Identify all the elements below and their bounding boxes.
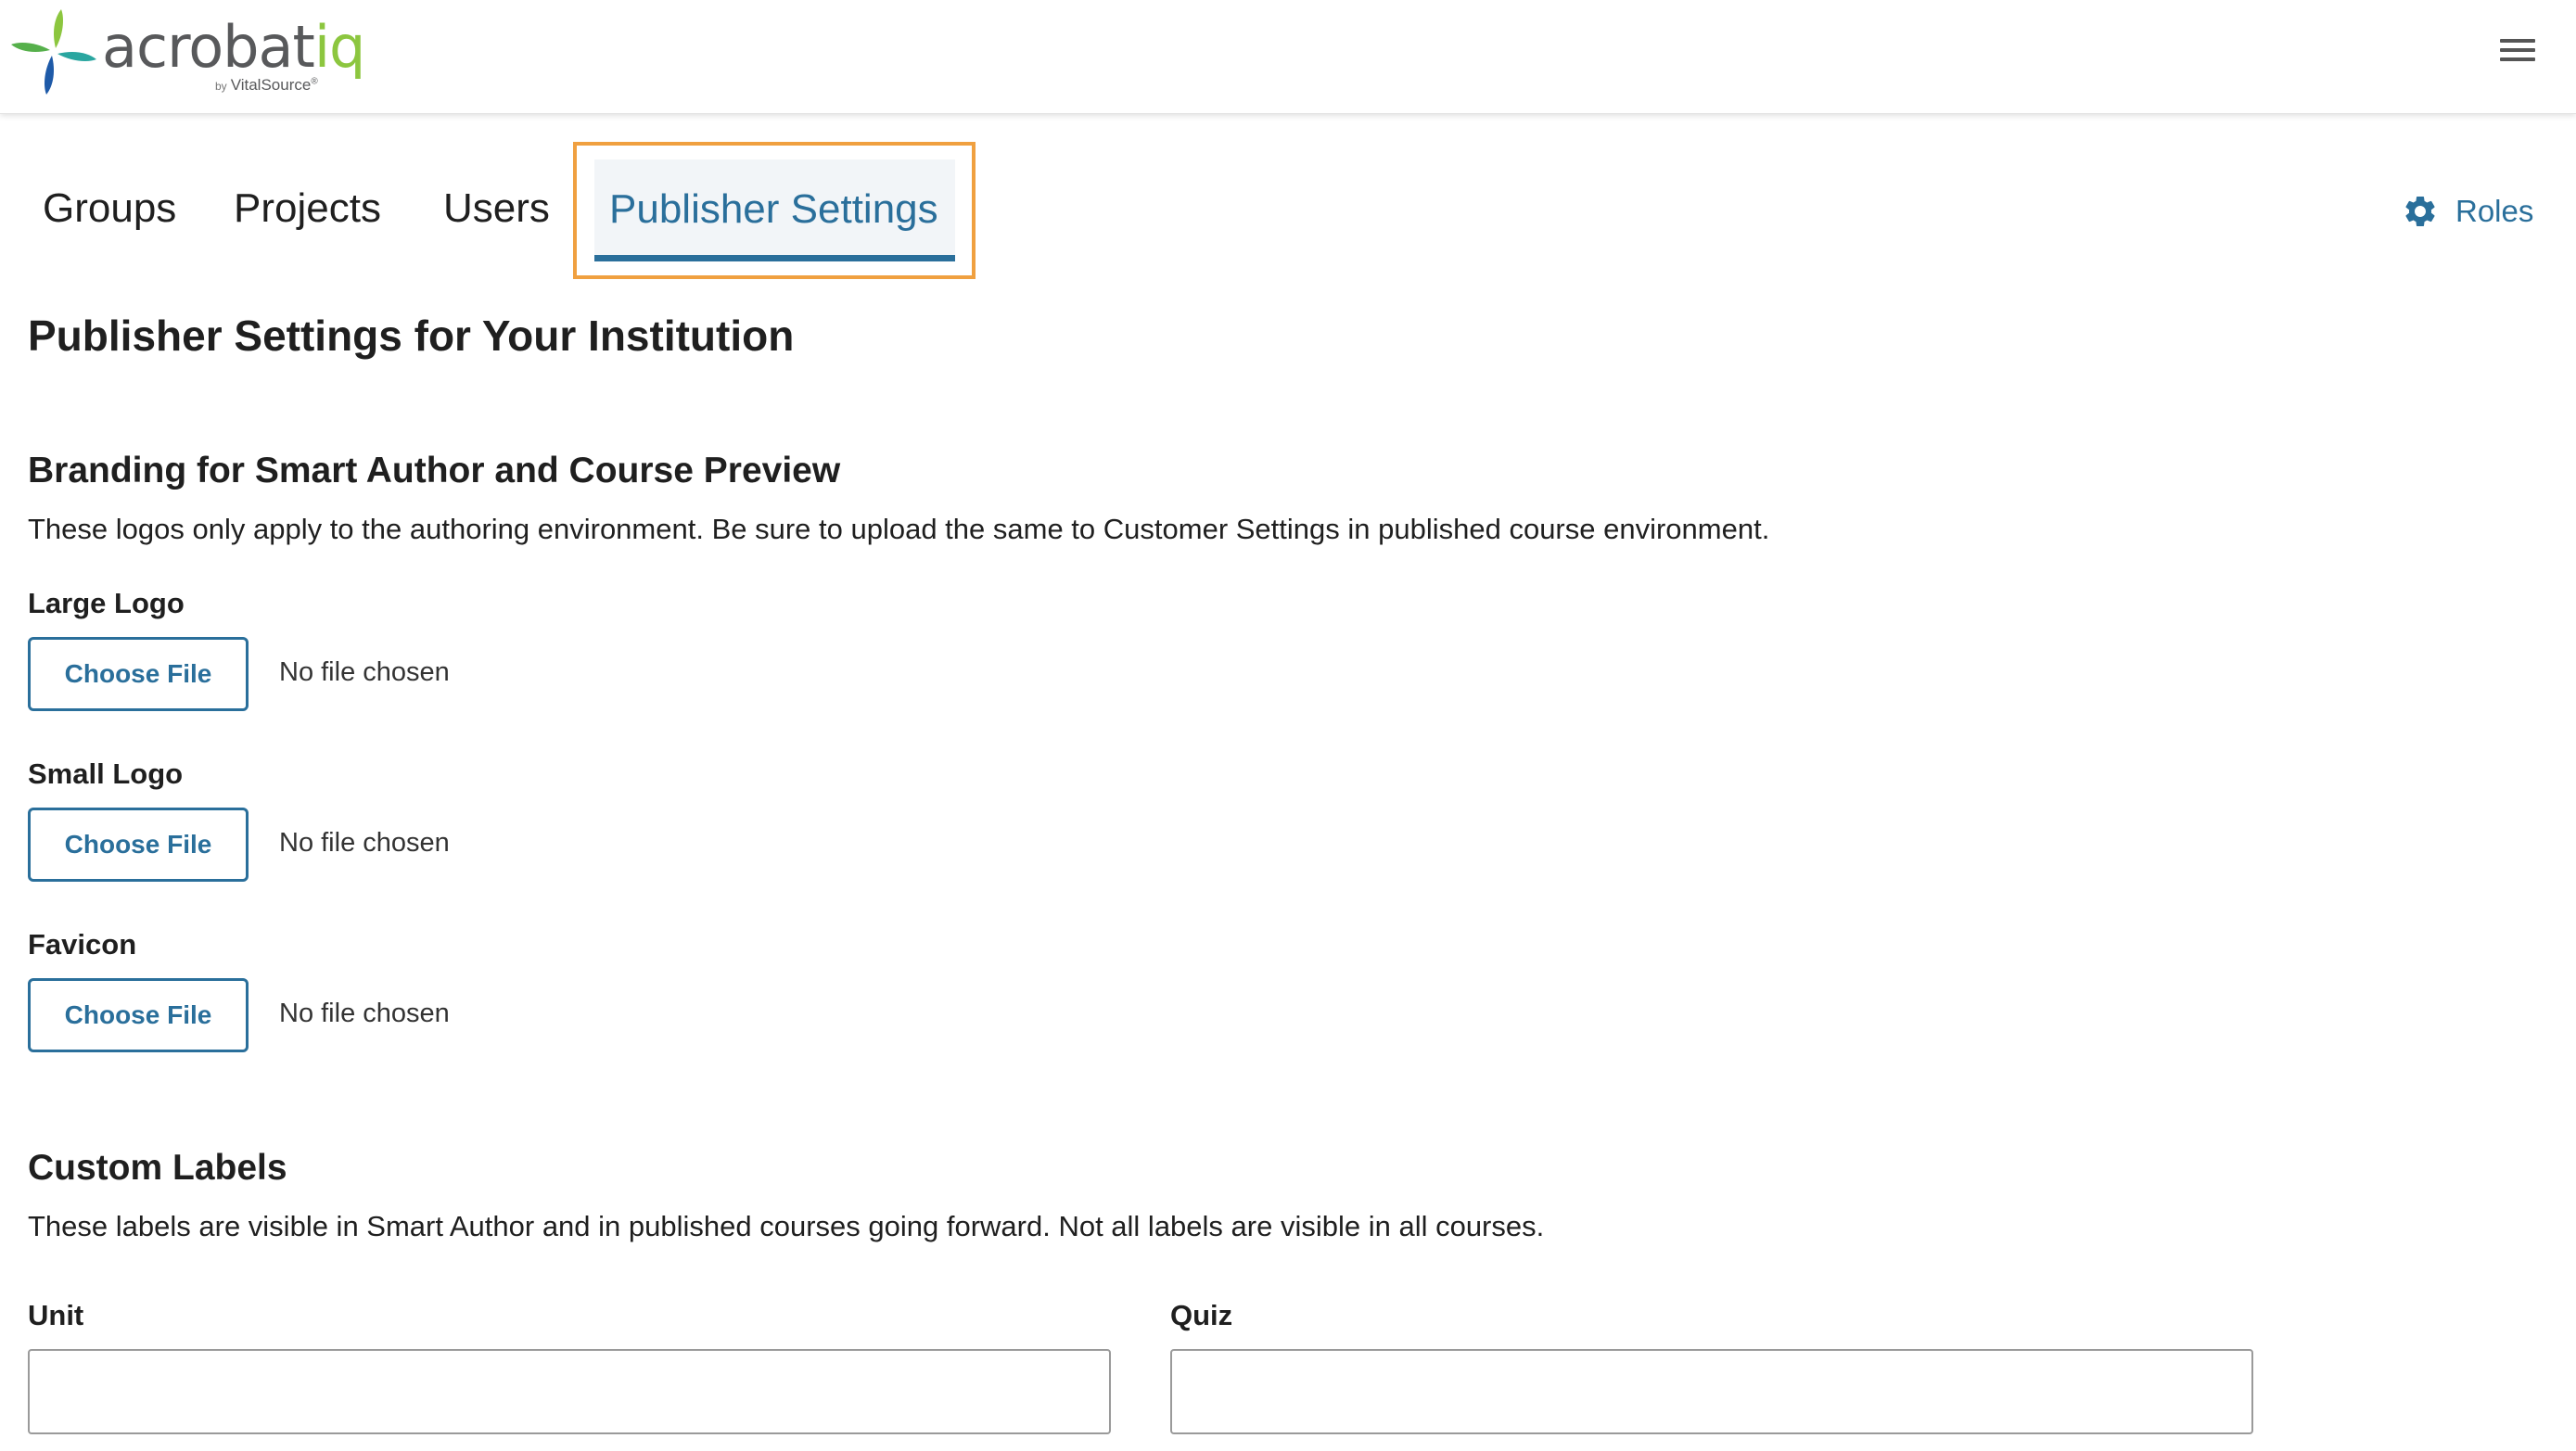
favicon-file-status: No file chosen [279,999,450,1028]
favicon-choose-file-button[interactable]: Choose File [28,978,249,1052]
brand-wordmark: acrobatiq [102,13,366,81]
brand-by-reg: ® [311,76,318,87]
tab-publisher-settings[interactable]: Publisher Settings [594,159,955,261]
unit-input[interactable] [28,1349,1111,1434]
hamburger-menu-icon[interactable] [2494,33,2541,74]
small-logo-file-status: No file chosen [279,828,450,858]
page-title: Publisher Settings for Your Institution [28,312,795,360]
quiz-input[interactable] [1170,1349,2253,1434]
brand-byline: by VitalSource® [215,76,318,95]
small-logo-choose-file-button[interactable]: Choose File [28,808,249,882]
acrobatiq-logo-icon [11,9,96,95]
top-bar: acrobatiq by VitalSource® [0,0,2576,114]
menu-line [2500,39,2535,43]
large-logo-label: Large Logo [28,587,185,619]
unit-label: Unit [28,1299,84,1331]
large-logo-choose-file-button[interactable]: Choose File [28,637,249,711]
gear-icon [2405,197,2435,226]
brand-name-accent: iq [313,13,366,81]
roles-label: Roles [2455,194,2534,228]
menu-line [2500,48,2535,52]
menu-line [2500,57,2535,61]
tab-groups[interactable]: Groups [43,185,176,232]
custom-labels-section-description: These labels are visible in Smart Author… [28,1210,1545,1242]
brand-logo[interactable]: acrobatiq by VitalSource® [7,6,365,98]
brand-name-main: acrobat [102,13,315,81]
page: acrobatiq by VitalSource® Groups Projects… [0,0,2576,1451]
branding-section-description: These logos only apply to the authoring … [28,513,1770,545]
favicon-label: Favicon [28,928,137,961]
small-logo-label: Small Logo [28,757,184,790]
tab-publisher-settings-label: Publisher Settings [609,186,938,232]
large-logo-file-status: No file chosen [279,657,450,687]
branding-section-title: Branding for Smart Author and Course Pre… [28,451,841,490]
tab-projects[interactable]: Projects [234,185,381,232]
roles-button[interactable]: Roles [2402,191,2533,232]
tab-users[interactable]: Users [443,185,550,232]
custom-labels-section-title: Custom Labels [28,1148,287,1188]
brand-by-name: VitalSource [230,76,312,94]
quiz-label: Quiz [1170,1299,1233,1331]
brand-by-prefix: by [215,80,227,93]
active-tab-underline [594,255,955,261]
